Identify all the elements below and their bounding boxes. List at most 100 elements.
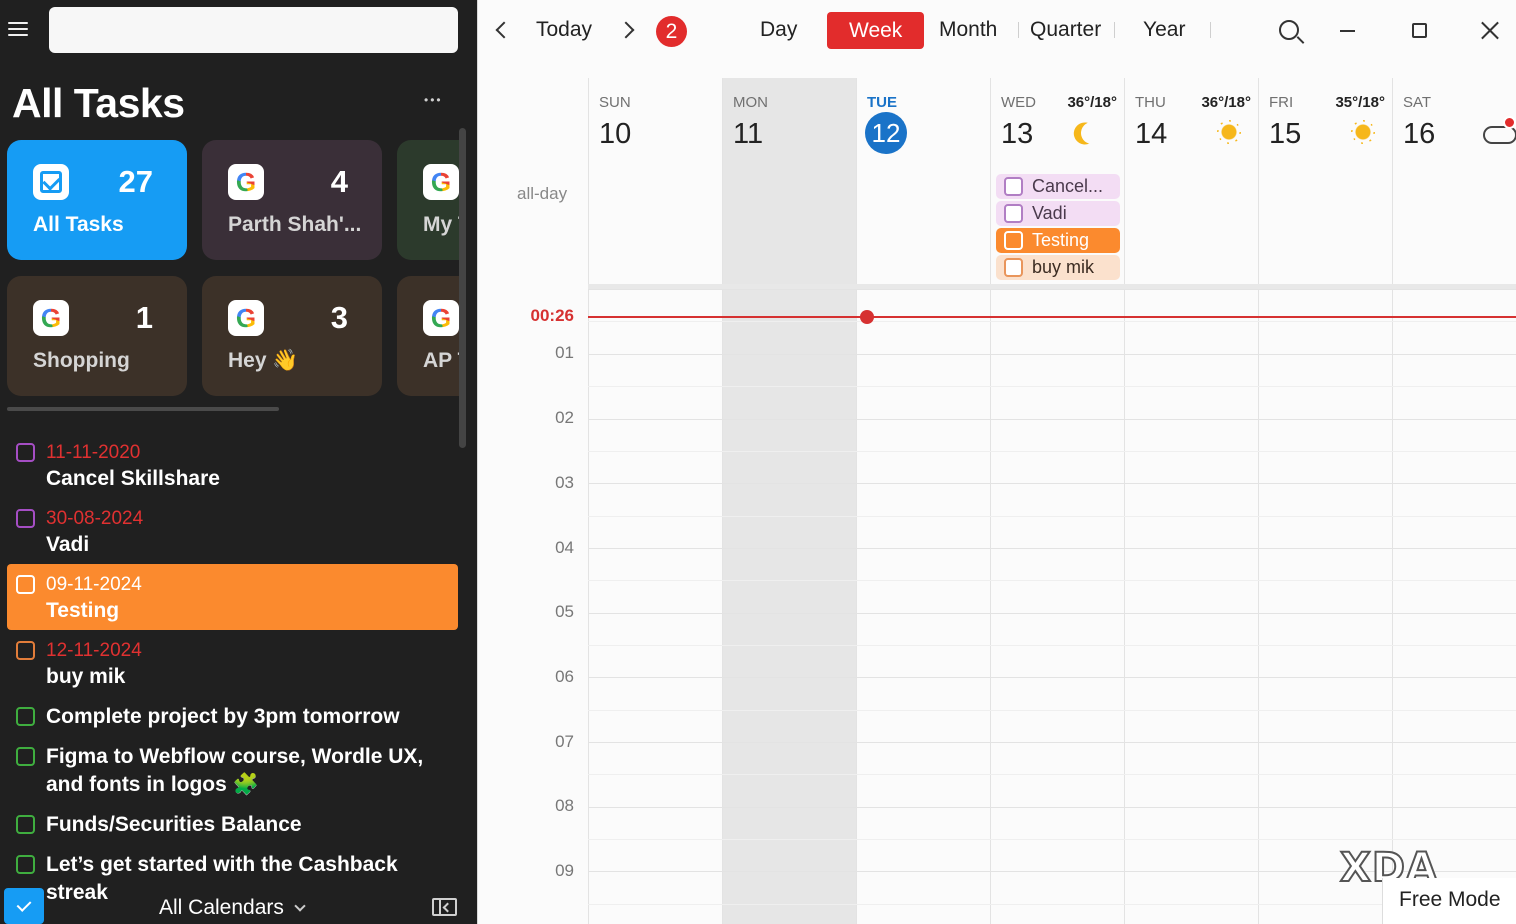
task-checkbox[interactable] <box>16 641 35 660</box>
calendar-main: Today 2 Day Week Month Quarter Year SUN … <box>477 0 1516 924</box>
tile-count: 1 <box>135 300 153 335</box>
calendars-label: All Calendars <box>159 896 284 919</box>
tile-name: Parth Shah'... <box>228 213 362 236</box>
task-item[interactable]: 11-11-2020 Cancel Skillshare <box>7 430 458 496</box>
chevron-right-icon[interactable] <box>617 21 635 39</box>
allday-event[interactable]: Cancel... <box>996 174 1120 199</box>
day-number: 15 <box>1269 118 1302 150</box>
day-column-thu[interactable]: THU 14 36°/18° <box>1124 78 1258 924</box>
google-icon: G <box>33 300 69 336</box>
allday-event[interactable]: Testing <box>996 228 1120 253</box>
minimize-icon[interactable] <box>1340 30 1355 32</box>
tile-my-tasks[interactable]: G My T <box>397 140 459 260</box>
task-date: 09-11-2024 <box>46 574 142 595</box>
hour-label: 06 <box>555 667 574 686</box>
hour-line <box>588 613 1516 614</box>
tile-all-tasks[interactable]: 27 All Tasks <box>7 140 187 260</box>
toolbar: Today 2 Day Week Month Quarter Year <box>478 0 1516 62</box>
task-item[interactable]: Funds/Securities Balance <box>7 808 458 844</box>
today-button[interactable]: Today <box>536 18 592 42</box>
check-icon[interactable] <box>4 888 44 924</box>
task-item[interactable]: Complete project by 3pm tomorrow <box>7 700 458 736</box>
sidebar-title: All Tasks <box>12 80 185 126</box>
task-checkbox[interactable] <box>16 855 35 874</box>
day-number: 11 <box>733 118 764 150</box>
temperature: 35°/18° <box>1335 94 1385 111</box>
day-column-mon[interactable]: MON 11 <box>722 78 856 924</box>
maximize-icon[interactable] <box>1412 23 1427 38</box>
tab-separator <box>1114 22 1115 38</box>
event-checkbox[interactable] <box>1004 258 1023 277</box>
tab-month[interactable]: Month <box>939 18 997 42</box>
hour-label: 03 <box>555 473 574 492</box>
task-item[interactable]: Let’s get started with the Cashback stre… <box>7 848 458 904</box>
tile-parth-shah[interactable]: G 4 Parth Shah'... <box>202 140 382 260</box>
day-header: THU 14 36°/18° <box>1125 78 1259 172</box>
hamburger-menu-icon[interactable] <box>8 22 28 40</box>
event-checkbox[interactable] <box>1004 204 1023 223</box>
half-hour-line <box>588 904 1516 905</box>
event-checkbox[interactable] <box>1004 231 1023 250</box>
tile-count: 27 <box>118 164 153 199</box>
task-checkbox[interactable] <box>16 575 35 594</box>
tile-ap-tasks[interactable]: G AP T <box>397 276 459 396</box>
task-item-selected[interactable]: 09-11-2024 Testing <box>7 564 458 630</box>
task-checkbox[interactable] <box>16 707 35 726</box>
google-icon: G <box>228 300 264 336</box>
search-icon[interactable] <box>1279 20 1299 40</box>
task-date: 12-11-2024 <box>46 640 142 661</box>
tab-day[interactable]: Day <box>760 18 797 42</box>
day-name: WED <box>1001 94 1036 111</box>
google-icon: G <box>423 300 459 336</box>
more-options-icon[interactable] <box>424 84 443 110</box>
hour-label: 02 <box>555 408 574 427</box>
hour-line <box>588 548 1516 549</box>
day-column-tue[interactable]: TUE 12 <box>856 78 990 924</box>
chevron-down-icon <box>294 900 306 912</box>
task-item[interactable]: Figma to Webflow course, Wordle UX, and … <box>7 740 458 804</box>
half-hour-line <box>588 321 1516 322</box>
hour-line <box>588 742 1516 743</box>
tile-count: 3 <box>330 300 348 335</box>
chevron-left-icon[interactable] <box>495 21 513 39</box>
tile-name: Shopping <box>33 349 130 372</box>
notification-badge[interactable]: 2 <box>656 16 687 47</box>
allday-event[interactable]: Vadi <box>996 201 1120 226</box>
event-checkbox[interactable] <box>1004 177 1023 196</box>
search-input[interactable] <box>49 7 458 53</box>
day-column-wed[interactable]: WED 13 36°/18° Cancel... Vadi Testing bu… <box>990 78 1124 924</box>
tab-year[interactable]: Year <box>1143 18 1185 42</box>
task-checkbox[interactable] <box>16 747 35 766</box>
tab-week[interactable]: Week <box>827 12 925 49</box>
task-checkbox[interactable] <box>16 443 35 462</box>
close-icon[interactable] <box>1481 21 1500 40</box>
free-mode-label[interactable]: Free Mode <box>1382 878 1516 924</box>
task-title: Vadi <box>46 533 90 556</box>
allday-event[interactable]: buy mik <box>996 255 1120 280</box>
hour-label: 07 <box>555 732 574 751</box>
collapse-sidebar-icon[interactable] <box>432 898 457 916</box>
task-item[interactable]: 30-08-2024 Vadi <box>7 496 458 562</box>
task-title: Funds/Securities Balance <box>46 813 302 836</box>
half-hour-line <box>588 386 1516 387</box>
calendars-dropdown[interactable]: All Calendars <box>159 896 306 920</box>
sidebar-scrollbar[interactable] <box>459 128 466 448</box>
tile-name: AP T <box>423 349 459 372</box>
tile-hey[interactable]: G 3 Hey 👋 <box>202 276 382 396</box>
tile-shopping[interactable]: G 1 Shopping <box>7 276 187 396</box>
task-checkbox[interactable] <box>16 509 35 528</box>
sun-icon <box>1347 116 1379 148</box>
tiles-scrollbar[interactable] <box>7 407 279 411</box>
task-item[interactable]: 12-11-2024 buy mik <box>7 630 458 696</box>
day-column-sun[interactable]: SUN 10 <box>588 78 722 924</box>
temperature: 36°/18° <box>1201 94 1251 111</box>
google-icon: G <box>423 164 459 200</box>
day-column-fri[interactable]: FRI 15 35°/18° <box>1258 78 1392 924</box>
tab-separator <box>1018 22 1019 38</box>
check-icon <box>33 164 69 200</box>
task-checkbox[interactable] <box>16 815 35 834</box>
tab-quarter[interactable]: Quarter <box>1030 18 1101 42</box>
list-tiles: 27 All Tasks G 4 Parth Shah'... G My T G… <box>0 140 459 402</box>
day-column-sat[interactable]: SAT 16 <box>1392 78 1516 924</box>
task-title: Testing <box>46 599 120 622</box>
